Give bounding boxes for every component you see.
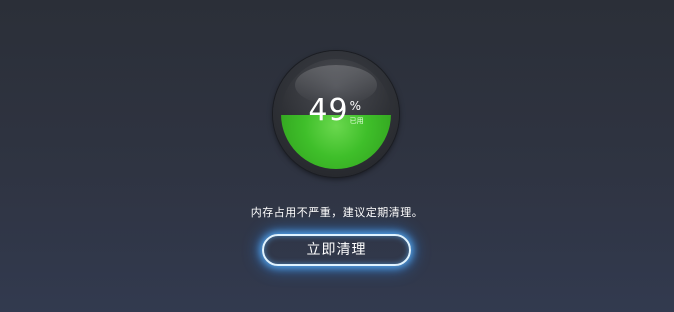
- percent-sign: %: [349, 99, 361, 113]
- used-label: 已用: [349, 117, 364, 125]
- memory-cleaner-screen: 49% 已用 内存占用不严重，建议定期清理。 立即清理: [0, 0, 674, 312]
- memory-usage-gauge: 49% 已用: [273, 51, 399, 177]
- clean-now-button[interactable]: 立即清理: [262, 234, 411, 266]
- memory-usage-value: 49: [308, 93, 349, 128]
- clean-now-button-label: 立即清理: [306, 242, 367, 258]
- gauge-side-labels: % 已用: [350, 93, 364, 126]
- gauge-dial: 49% 已用: [281, 59, 391, 169]
- memory-status-message: 内存占用不严重，建议定期清理。: [250, 206, 424, 219]
- gauge-readout: 49% 已用: [281, 93, 391, 133]
